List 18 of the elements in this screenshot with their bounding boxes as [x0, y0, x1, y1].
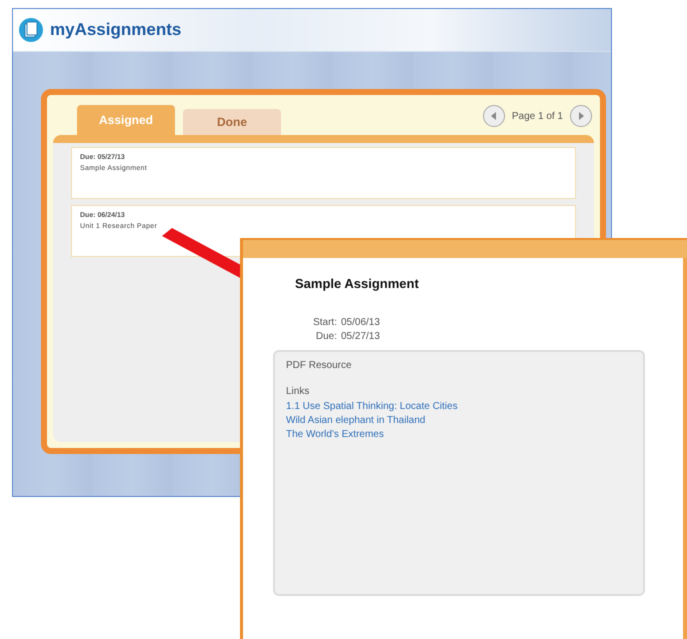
links-label: Links — [286, 386, 310, 397]
document-icon — [18, 17, 44, 43]
resource-link[interactable]: The World's Extremes — [286, 428, 384, 442]
tab[interactable]: Done — [183, 109, 281, 135]
left-arrow-button[interactable] — [482, 105, 505, 127]
detail-title: Sample Assignment — [295, 276, 420, 291]
resource-label: PDF Resource — [286, 360, 353, 371]
resource-link[interactable]: 1.1 Use Spatial Thinking: Locate Cities — [286, 400, 458, 414]
left-triangle-icon — [488, 111, 499, 121]
right-triangle-icon — [576, 111, 586, 121]
page-indicator: Page 1 of 1 — [512, 110, 563, 122]
date-label: Due: — [314, 331, 337, 342]
resource-link[interactable]: Wild Asian elephant in Thailand — [286, 414, 426, 428]
date-value: 05/06/13 — [341, 317, 380, 328]
date-value: 05/27/13 — [341, 331, 380, 342]
right-arrow-button[interactable] — [570, 105, 592, 127]
app-title: myAssignments — [50, 20, 182, 40]
date-label: Start: — [312, 317, 337, 328]
